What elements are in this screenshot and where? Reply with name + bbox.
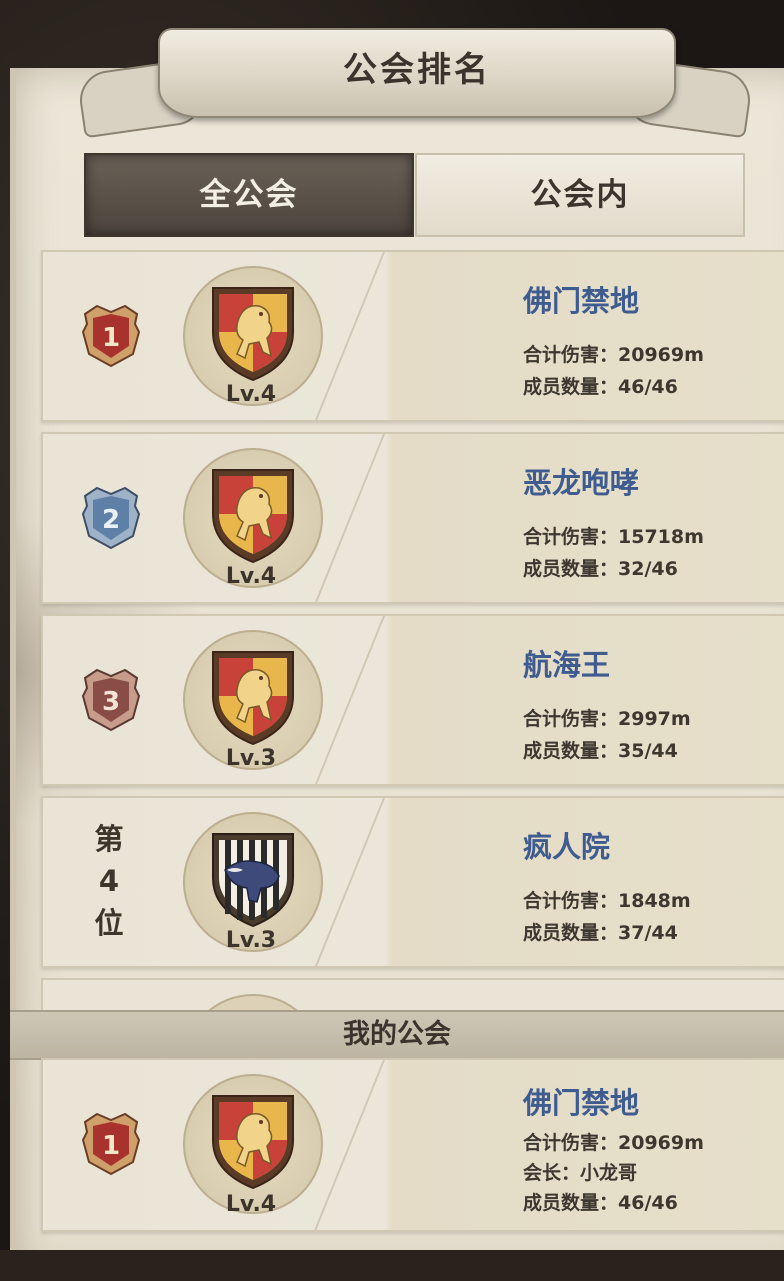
row-divider bbox=[315, 252, 385, 420]
guild-name: 佛门禁地 bbox=[523, 284, 640, 318]
guild-level: Lv.3 bbox=[225, 928, 277, 953]
ribbon-banner: 公会排名 bbox=[158, 28, 676, 118]
guild-damage: 合计伤害：1848m bbox=[523, 890, 691, 912]
guild-leader: 会长：小龙哥 bbox=[523, 1162, 638, 1184]
lion-crest-icon bbox=[209, 282, 297, 382]
ranking-row[interactable]: 1 Lv.4 佛门禁地 合计伤害：20969m 成员数量：46/46 bbox=[41, 250, 784, 422]
tab-all-guilds[interactable]: 全公会 bbox=[84, 153, 414, 237]
guild-members: 成员数量：46/46 bbox=[523, 376, 678, 398]
row-divider bbox=[315, 616, 385, 784]
ranking-row[interactable]: 2 Lv.4 恶龙咆哮 合计伤害：15718m 成员数量：32/46 bbox=[41, 432, 784, 604]
rank-number: 1 bbox=[102, 1131, 120, 1161]
ranking-row[interactable]: 第 4 位 Lv.3 疯人院 合计伤害：1848m 成员数量：37/44 bbox=[41, 796, 784, 968]
rank-1-badge-icon: 1 bbox=[81, 1112, 141, 1176]
guild-members: 成员数量：32/46 bbox=[523, 558, 678, 580]
guild-name: 航海王 bbox=[523, 648, 611, 682]
bottom-edge bbox=[0, 1250, 784, 1281]
row-divider bbox=[314, 1060, 385, 1230]
rank-label-prefix: 第 bbox=[94, 822, 124, 856]
guild-damage: 合计伤害：20969m bbox=[523, 1132, 704, 1154]
guild-level: Lv.3 bbox=[225, 746, 277, 771]
ranking-row[interactable]: 3 Lv.3 航海王 合计伤害：2997m 成员数量：35/44 bbox=[41, 614, 784, 786]
guild-damage: 合计伤害：20969m bbox=[523, 344, 704, 366]
guild-level: Lv.4 bbox=[225, 382, 277, 407]
guild-members: 成员数量：37/44 bbox=[523, 922, 678, 944]
rank-label: 第 4 位 bbox=[79, 818, 139, 944]
guild-name: 疯人院 bbox=[523, 830, 611, 864]
rank-number: 3 bbox=[102, 687, 120, 717]
guild-level: Lv.4 bbox=[225, 1192, 277, 1217]
page-title: 公会排名 bbox=[343, 50, 491, 90]
guild-level: Lv.4 bbox=[225, 564, 277, 589]
guild-name: 佛门禁地 bbox=[523, 1086, 640, 1120]
rank-2-badge-icon: 2 bbox=[81, 486, 141, 550]
title-ribbon: 公会排名 bbox=[76, 24, 754, 139]
rank-label-number: 4 bbox=[98, 864, 120, 898]
row-divider bbox=[315, 434, 385, 602]
lion-crest-icon bbox=[209, 464, 297, 564]
lion-crest-icon bbox=[209, 1090, 297, 1190]
guild-damage: 合计伤害：15718m bbox=[523, 526, 704, 548]
guild-name: 恶龙咆哮 bbox=[523, 466, 640, 500]
rank-label-suffix: 位 bbox=[94, 906, 124, 940]
rank-1-badge-icon: 1 bbox=[81, 304, 141, 368]
my-guild-row[interactable]: 1 Lv.4 佛门禁地 合计伤害：20969m 会长：小龙哥 成员数量：46/4… bbox=[41, 1058, 784, 1232]
tab-within-guild[interactable]: 公会内 bbox=[415, 153, 745, 237]
rank-3-badge-icon: 3 bbox=[81, 668, 141, 732]
row-divider bbox=[315, 798, 385, 966]
guild-members: 成员数量：35/44 bbox=[523, 740, 678, 762]
guild-members: 成员数量：46/46 bbox=[523, 1192, 678, 1214]
my-guild-header: 我的公会 bbox=[10, 1010, 784, 1060]
rank-number: 2 bbox=[102, 505, 120, 535]
guild-damage: 合计伤害：2997m bbox=[523, 708, 691, 730]
rank-number: 1 bbox=[102, 323, 120, 353]
lion-crest-icon bbox=[209, 646, 297, 746]
badger-crest-icon bbox=[209, 828, 297, 928]
